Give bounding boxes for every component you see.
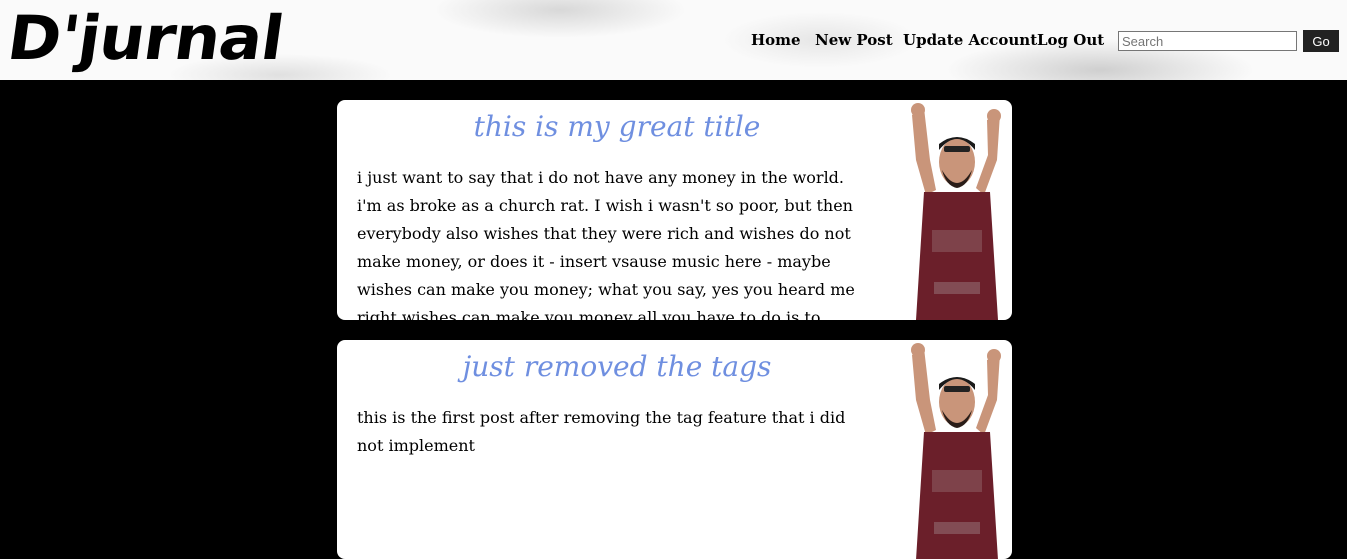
- post-title[interactable]: this is my great title: [337, 110, 897, 143]
- post-title[interactable]: just removed the tags: [337, 350, 897, 383]
- search-input[interactable]: [1118, 31, 1297, 51]
- author-photo: [911, 343, 1001, 559]
- nav-update-account-link[interactable]: Update Account: [903, 29, 1037, 51]
- site-header: D'jurnal Home New Post Update Account Lo…: [0, 0, 1347, 80]
- post-body: i just want to say that i do not have an…: [357, 168, 855, 320]
- post-card[interactable]: this is my great title i just want to sa…: [337, 100, 1012, 320]
- site-logo[interactable]: D'jurnal: [3, 2, 288, 76]
- post-body: this is the first post after removing th…: [357, 408, 846, 455]
- post-card[interactable]: just removed the tags this is the first …: [337, 340, 1012, 559]
- nav-log-out-link[interactable]: Log Out: [1037, 29, 1104, 51]
- nav-home-link[interactable]: Home: [751, 29, 801, 51]
- search-go-button[interactable]: Go: [1303, 30, 1339, 52]
- nav-new-post-link[interactable]: New Post: [815, 29, 893, 51]
- author-photo: [911, 103, 1001, 320]
